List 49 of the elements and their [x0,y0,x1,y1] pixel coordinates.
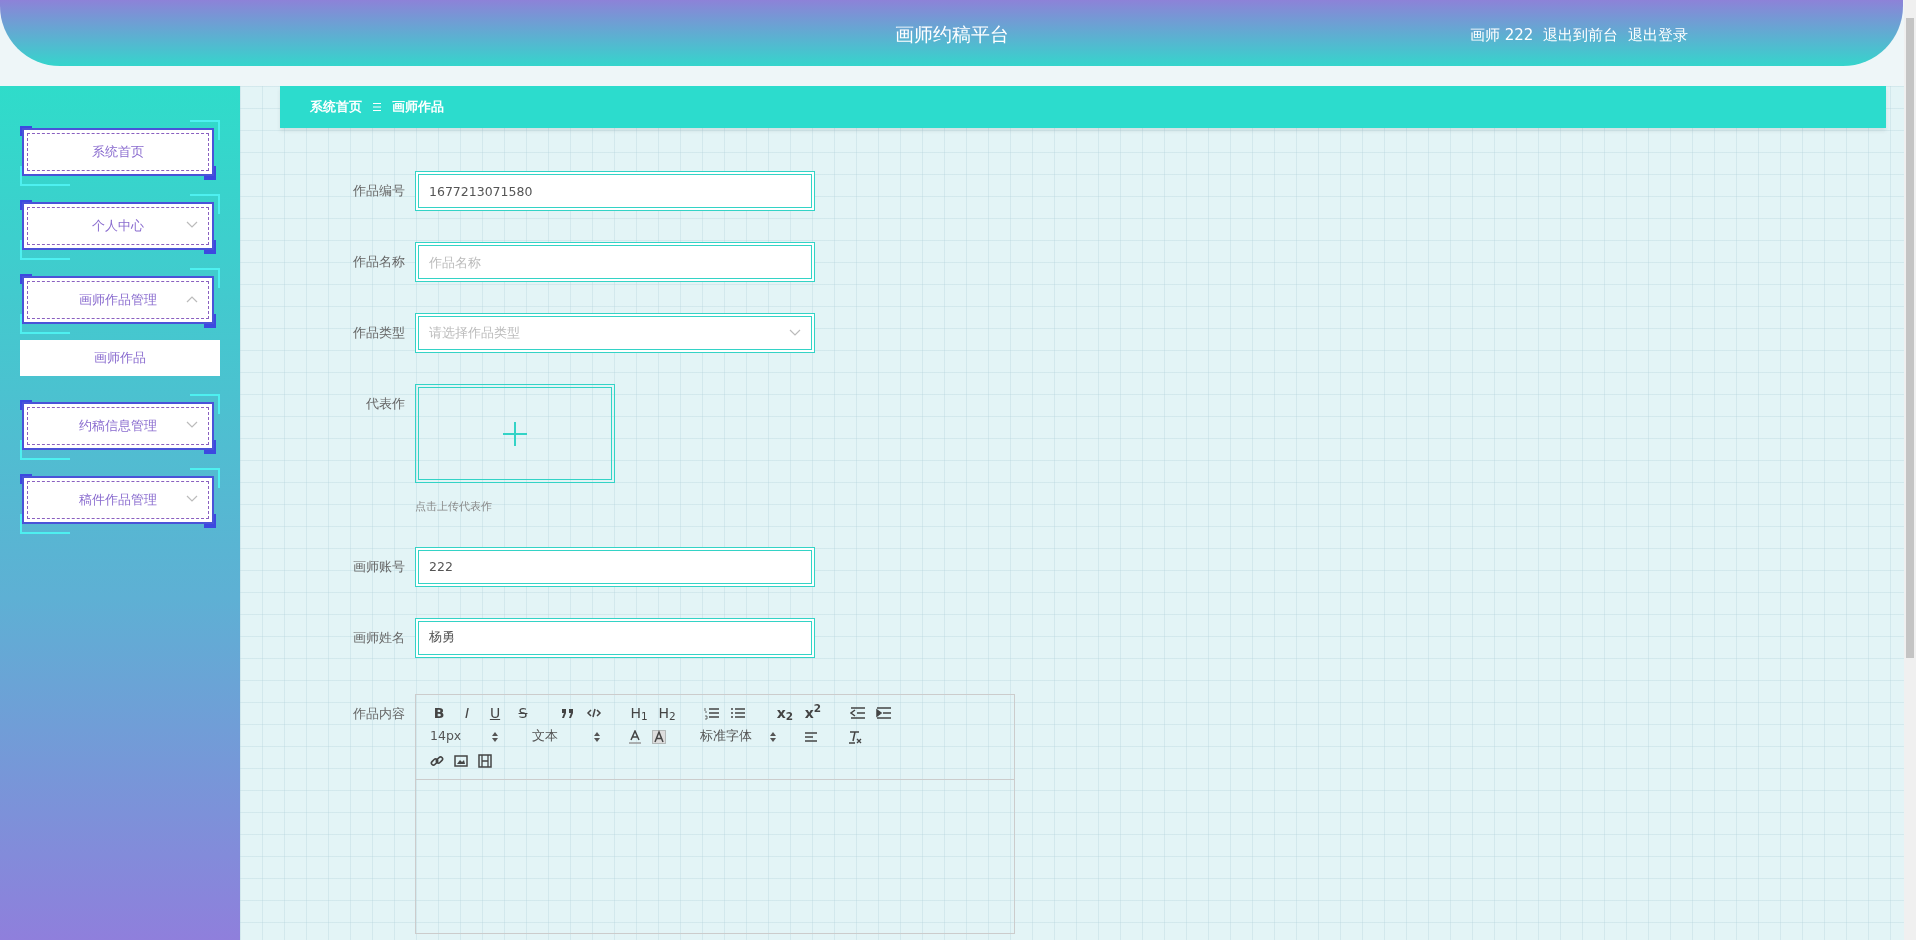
user-label: 画师 222 [1470,25,1534,46]
numbered-list-icon[interactable] [704,705,720,720]
link-icon[interactable] [430,753,444,768]
format-button[interactable]: S [514,703,532,722]
field-label: 作品名称 [352,253,406,271]
field-label: 画师账号 [352,557,406,576]
field-label: 画师姓名 [352,628,406,647]
input-field[interactable]: 杨勇 [415,617,815,658]
scrollbar-thumb[interactable] [1906,18,1914,658]
outdent-icon[interactable] [850,705,866,720]
text-color-icon[interactable] [628,729,642,744]
plus-icon [503,421,527,446]
font-select[interactable]: 标准字体 [700,727,776,746]
highlight-color-icon[interactable] [652,729,666,744]
format-button[interactable]: B [430,703,448,722]
input-field[interactable]: 作品名称 [415,242,815,282]
dropdown-arrows-icon [492,731,498,742]
bullet-list-icon[interactable] [730,705,746,720]
script-button[interactable]: x$^{2}$ [804,703,822,722]
field-label: 作品编号 [352,182,406,200]
field-label: 作品类型 [352,324,406,342]
dropdown-arrows-icon [770,731,776,742]
chevron-down-icon [789,329,801,337]
align-icon[interactable] [804,729,818,744]
field-label: 代表作 [365,395,406,413]
script-button[interactable]: x$_{2}$ [776,703,794,722]
image-icon[interactable] [454,753,468,768]
format-button[interactable]: U [486,703,504,722]
chevron-down-icon [186,221,198,229]
chevron-down-icon [186,495,198,503]
clear-format-icon[interactable] [848,729,862,744]
heading-button[interactable]: H$_{1}$ [630,703,648,722]
separator-icon [372,102,382,112]
upload-hint: 点击上传代表作 [415,499,493,515]
size-select[interactable]: 14px [430,727,498,746]
field-label: 作品内容 [352,704,406,723]
scrollbar[interactable] [1904,0,1916,940]
dropdown-arrows-icon [594,731,600,742]
video-icon[interactable] [478,753,492,768]
submenu-item[interactable]: 画师作品 [20,340,220,376]
input-field[interactable]: 1677213071580 [415,171,815,211]
format-button[interactable]: I [458,703,476,722]
header-select[interactable]: 文本 [532,727,600,746]
chevron-up-icon [186,295,198,303]
chevron-down-icon [186,421,198,429]
input-field[interactable]: 222 [415,546,815,587]
heading-button[interactable]: H$_{2}$ [658,703,676,722]
indent-icon[interactable] [876,705,892,720]
app-title: 画师约稿平台 [894,22,1009,47]
